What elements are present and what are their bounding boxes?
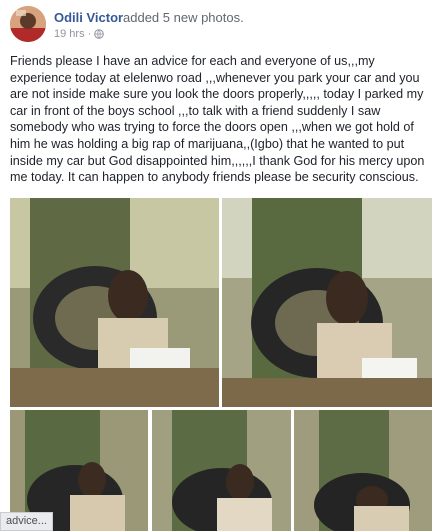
photo-grid	[0, 196, 437, 531]
post-action-text: added 5 new photos.	[123, 10, 244, 25]
globe-icon	[94, 29, 105, 39]
photo-4[interactable]	[152, 410, 291, 531]
post-meta: 19 hrs ·	[54, 28, 105, 40]
author-name[interactable]: Odili Victor	[54, 10, 123, 25]
post-timestamp[interactable]: 19 hrs	[54, 28, 85, 40]
photo-2[interactable]	[222, 198, 432, 407]
photo-5[interactable]	[294, 410, 432, 531]
post-body-text: Friends please I have an advice for each…	[10, 54, 425, 185]
photo-1[interactable]	[10, 198, 219, 407]
post-header: Odili Victor added 5 new photos. 19 hrs …	[0, 0, 437, 48]
avatar-image	[10, 6, 46, 42]
meta-separator: ·	[87, 28, 92, 40]
avatar[interactable]	[10, 6, 46, 42]
link-status-tooltip: advice...	[0, 512, 53, 531]
